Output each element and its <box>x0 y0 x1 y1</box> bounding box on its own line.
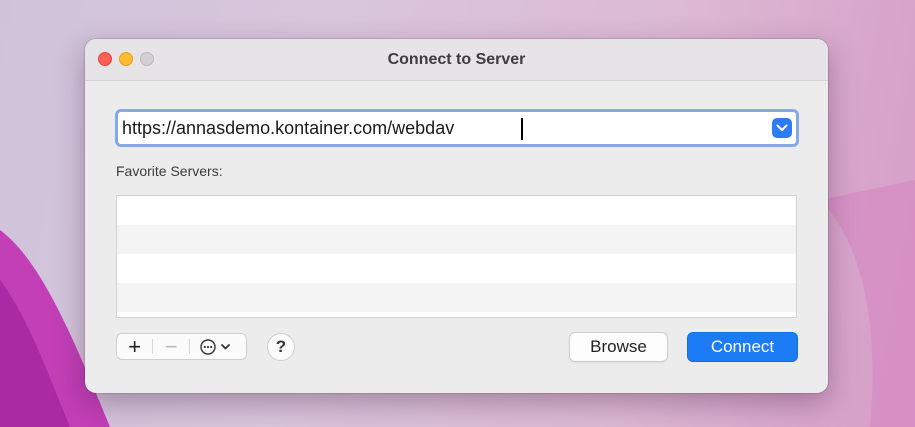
close-button[interactable] <box>98 52 112 66</box>
connect-button[interactable]: Connect <box>687 332 798 362</box>
actions-menu-button[interactable] <box>190 334 246 359</box>
favorites-toolbar: + − <box>116 333 247 360</box>
server-address-input[interactable] <box>122 114 762 142</box>
list-row <box>117 254 796 283</box>
window-title: Connect to Server <box>387 51 526 68</box>
list-row <box>117 312 796 317</box>
zoom-button[interactable] <box>140 52 154 66</box>
browse-button[interactable]: Browse <box>569 332 668 362</box>
chevron-down-icon[interactable] <box>772 118 792 138</box>
minimize-button[interactable] <box>119 52 133 66</box>
help-button[interactable]: ? <box>267 333 295 361</box>
ellipsis-circle-icon <box>200 338 230 355</box>
list-row <box>117 225 796 254</box>
favorite-servers-label: Favorite Servers: <box>116 163 223 179</box>
server-address-combobox[interactable] <box>115 109 799 147</box>
list-row <box>117 283 796 312</box>
connect-to-server-dialog: Connect to Server Favorite Servers: + − <box>85 39 828 393</box>
add-favorite-button[interactable]: + <box>117 334 152 359</box>
titlebar: Connect to Server <box>85 39 828 81</box>
list-row <box>117 196 796 225</box>
remove-favorite-button[interactable]: − <box>153 334 188 359</box>
favorite-servers-list[interactable] <box>116 195 797 318</box>
text-cursor <box>521 118 523 140</box>
